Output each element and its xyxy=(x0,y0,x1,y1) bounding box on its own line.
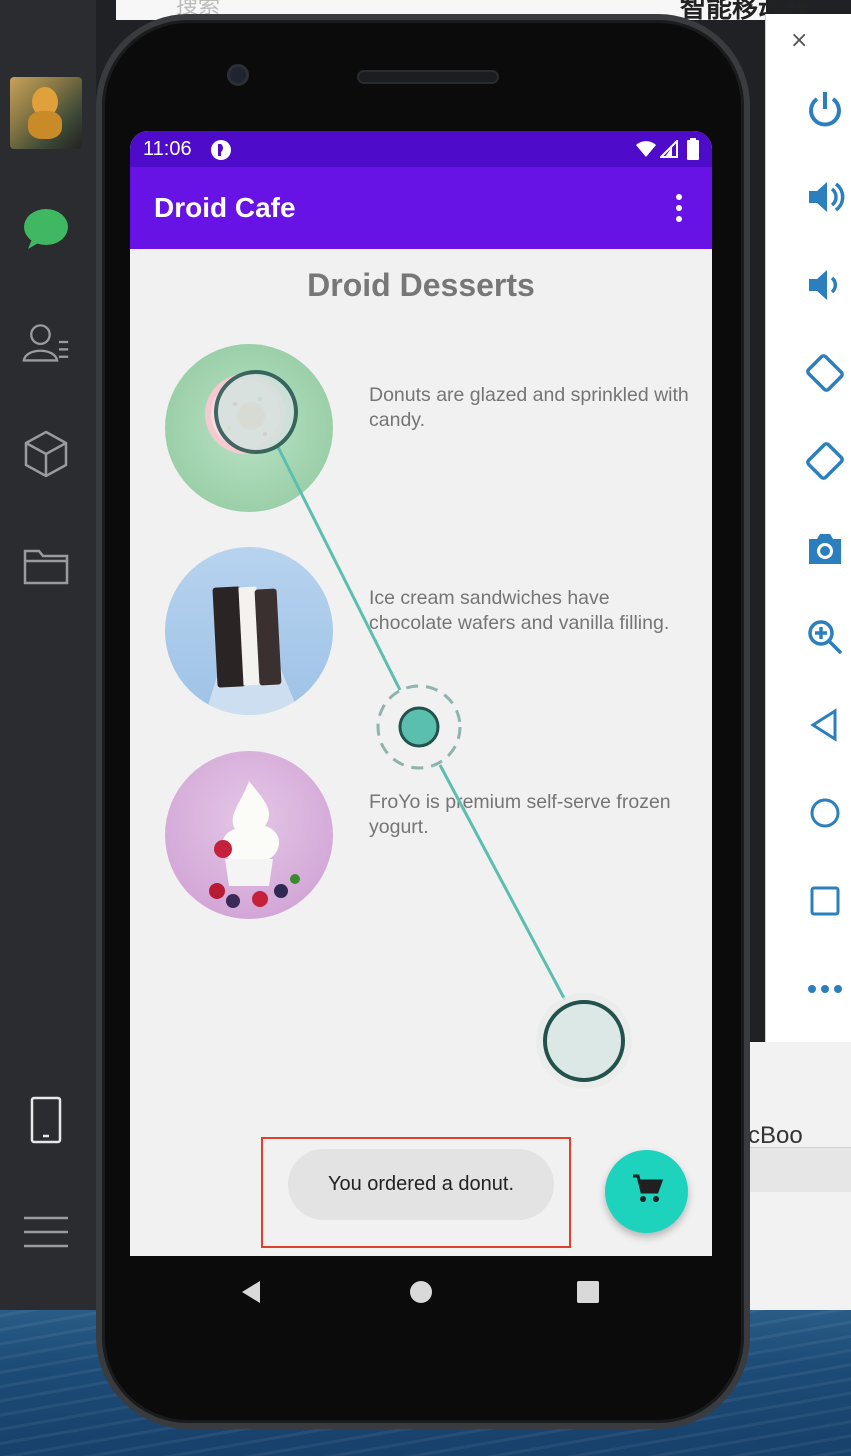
signal-icon xyxy=(658,138,678,163)
front-camera xyxy=(227,64,249,86)
background-window-label: cBoo xyxy=(748,1122,803,1149)
cart-icon xyxy=(631,1174,663,1209)
folder-icon[interactable] xyxy=(22,542,70,590)
zoom-icon[interactable] xyxy=(802,614,848,660)
power-icon[interactable] xyxy=(802,86,848,132)
overflow-menu-icon[interactable] xyxy=(672,191,686,225)
back-icon[interactable] xyxy=(802,702,848,748)
menu-icon[interactable] xyxy=(22,1208,70,1256)
volume-up-icon[interactable] xyxy=(802,174,848,220)
cart-button[interactable] xyxy=(605,1150,688,1233)
nav-home-icon[interactable] xyxy=(410,1281,432,1308)
ice-cream-sandwich-description: Ice cream sandwiches have chocolate wafe… xyxy=(369,587,670,634)
battery-icon xyxy=(687,138,699,165)
navigation-bar xyxy=(130,1256,712,1328)
nav-recents-icon[interactable] xyxy=(577,1281,599,1308)
chat-sidebar xyxy=(0,0,96,1310)
toast-message: You ordered a donut. xyxy=(288,1149,554,1220)
cube-icon[interactable] xyxy=(22,430,70,478)
earpiece-speaker xyxy=(357,70,499,84)
rotate-right-icon[interactable] xyxy=(802,438,848,484)
froyo-description: FroYo is premium self-serve frozen yogur… xyxy=(369,791,671,838)
app-bar: Droid Cafe xyxy=(130,167,712,249)
nav-back-icon[interactable] xyxy=(240,1280,262,1309)
ice-cream-sandwich-image[interactable] xyxy=(165,547,333,715)
froyo-image[interactable] xyxy=(165,751,333,919)
background-window: cBoo xyxy=(748,1042,851,1310)
donut-description: Donuts are glazed and sprinkled with can… xyxy=(369,384,689,431)
camera-icon[interactable] xyxy=(802,526,848,572)
phone-screen: 11:06 Droid Cafe Droid Desserts Donuts a… xyxy=(130,131,712,1256)
close-icon[interactable]: × xyxy=(790,28,808,53)
rotate-left-icon[interactable] xyxy=(802,350,848,396)
avatar[interactable] xyxy=(10,77,82,149)
phone-icon[interactable] xyxy=(22,1096,70,1144)
emulator-toolbar: × xyxy=(765,14,851,1042)
chat-icon[interactable] xyxy=(22,205,70,253)
background-window-panel xyxy=(748,1147,851,1192)
volume-down-icon[interactable] xyxy=(802,262,848,308)
donut-image[interactable] xyxy=(165,344,333,512)
page-title: Droid Desserts xyxy=(307,267,535,303)
status-bar: 11:06 xyxy=(130,131,712,167)
contacts-icon[interactable] xyxy=(22,318,70,366)
wifi-icon xyxy=(635,140,657,163)
app-title: Droid Cafe xyxy=(154,192,296,223)
overview-icon[interactable] xyxy=(802,878,848,924)
status-time: 11:06 xyxy=(143,138,192,160)
notification-icon xyxy=(210,139,232,166)
more-icon[interactable] xyxy=(802,966,848,1012)
home-icon[interactable] xyxy=(802,790,848,836)
